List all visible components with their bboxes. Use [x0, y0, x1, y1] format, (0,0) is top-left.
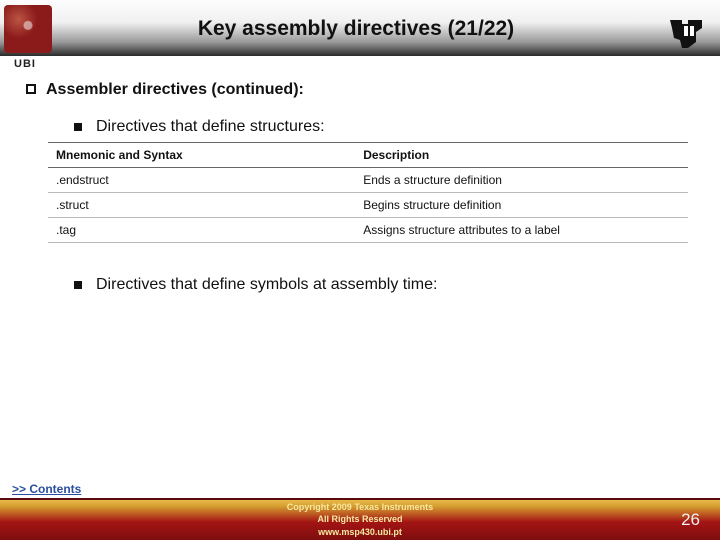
page-title: Key assembly directives (21/22) — [52, 15, 720, 41]
copyright-line2: All Rights Reserved — [317, 514, 402, 524]
bullet-text: Assembler directives (continued): — [46, 81, 304, 99]
table-row: .tag Assigns structure attributes to a l… — [48, 218, 688, 243]
cell-mnemonic: .tag — [48, 218, 355, 243]
col-mnemonic: Mnemonic and Syntax — [48, 143, 355, 168]
cell-description: Ends a structure definition — [355, 168, 688, 193]
contents-link[interactable]: >> Contents — [12, 482, 81, 496]
col-description: Description — [355, 143, 688, 168]
bullet-level-2: Directives that define structures: — [74, 117, 698, 136]
sub-bullet-text: Directives that define symbols at assemb… — [96, 276, 437, 294]
table-row: .endstruct Ends a structure definition — [48, 168, 688, 193]
footer-bar: Copyright 2009 Texas Instruments All Rig… — [0, 498, 720, 540]
cell-description: Begins structure definition — [355, 193, 688, 218]
cell-mnemonic: .struct — [48, 193, 355, 218]
sub-bullet-text: Directives that define structures: — [96, 118, 325, 136]
hollow-square-icon — [26, 84, 36, 94]
ubi-crest-icon — [4, 5, 52, 53]
bullet-level-1: Assembler directives (continued): — [26, 80, 698, 99]
cell-description: Assigns structure attributes to a label — [355, 218, 688, 243]
table-row: .struct Begins structure definition — [48, 193, 688, 218]
bullet-level-2: Directives that define symbols at assemb… — [74, 275, 698, 294]
footer-url: www.msp430.ubi.pt — [0, 527, 720, 539]
cell-mnemonic: .endstruct — [48, 168, 355, 193]
directives-table: Mnemonic and Syntax Description .endstru… — [48, 142, 688, 243]
page-number: 26 — [681, 510, 700, 530]
ubi-label: UBI — [14, 58, 36, 70]
copyright-block: Copyright 2009 Texas Instruments All Rig… — [0, 498, 720, 540]
table-header-row: Mnemonic and Syntax Description — [48, 143, 688, 168]
header-bar: Key assembly directives (21/22) — [0, 0, 720, 56]
filled-square-icon — [74, 281, 82, 289]
ti-logo-icon — [666, 10, 706, 50]
content-area: Assembler directives (continued): Direct… — [0, 56, 720, 294]
copyright-line1: Copyright 2009 Texas Instruments — [287, 502, 433, 512]
filled-square-icon — [74, 123, 82, 131]
